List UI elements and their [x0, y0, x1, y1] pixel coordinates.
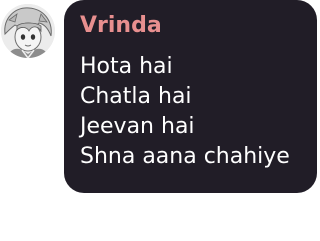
avatar[interactable] — [1, 4, 55, 58]
message-line-2: Chatla hai — [80, 84, 192, 109]
author-name[interactable]: Vrinda — [80, 12, 307, 40]
message-line-3: Jeevan hai — [80, 114, 195, 139]
message-bubble[interactable]: Vrinda Hota hai Chatla hai Jeevan hai Sh… — [64, 0, 317, 193]
message-line-1: Hota hai — [80, 54, 173, 79]
message-line-4: Shna aana chahiye — [80, 144, 290, 169]
avatar-icon — [1, 4, 55, 58]
